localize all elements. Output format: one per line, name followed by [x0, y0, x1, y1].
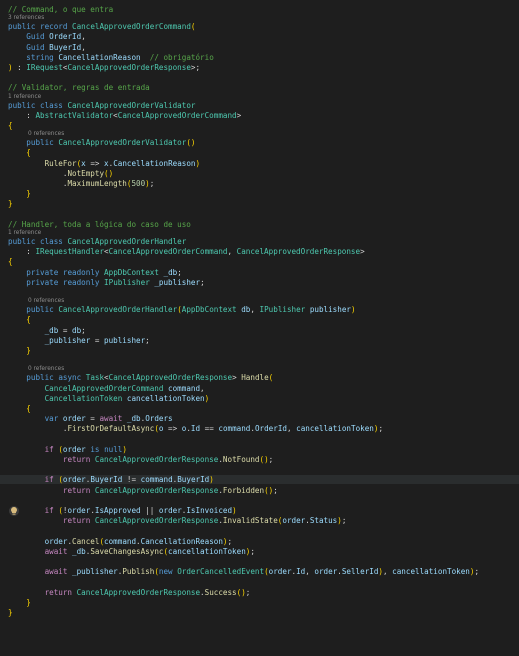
code-line: : IRequestHandler<CancelApprovedOrderCom…	[8, 247, 365, 257]
code-line: string CancellationReason // obrigatório	[26, 52, 214, 62]
code-line: return CancelApprovedOrderResponse.Forbi…	[62, 485, 278, 495]
code-line: return CancelApprovedOrderResponse.Succe…	[44, 587, 251, 597]
code-comment-line: // Handler, toda a lógica do caso de uso	[8, 219, 191, 229]
code-line: _db = db;	[44, 325, 86, 335]
code-line: if (order.BuyerId != command.BuyerId)	[0, 475, 519, 485]
codelens-references: 3 references	[8, 15, 45, 22]
code-line: {	[26, 404, 31, 413]
codelens-references: 1 reference	[8, 230, 42, 236]
code-line: .NotEmpty()	[8, 168, 114, 178]
code-line: var order = await _db.Orders	[44, 414, 173, 424]
code-line: ) : IRequest<CancelApprovedOrderResponse…	[8, 63, 201, 72]
code-line: CancellationToken cancellationToken)	[44, 393, 210, 403]
code-line: RuleFor(x => x.CancellationReason)	[44, 158, 201, 168]
codelens-references: 0 references	[28, 366, 65, 373]
code-line: private readonly AppDbContext _db;	[26, 267, 182, 277]
codelens-references: 1 reference	[8, 93, 42, 100]
code-line: public async Task<CancelApprovedOrderRes…	[26, 373, 274, 383]
code-line: .MaximumLength(500);	[8, 179, 155, 188]
code-line: public class CancelApprovedOrderHandler	[8, 237, 187, 246]
code-line: await _db.SaveChangesAsync(cancellationT…	[44, 546, 255, 556]
code-line: Guid OrderId,	[26, 32, 86, 42]
code-line: {	[26, 315, 31, 325]
code-line: public class CancelApprovedOrderValidato…	[8, 100, 196, 110]
code-line: public record CancelApprovedOrderCommand…	[8, 22, 196, 32]
code-line: private readonly IPublisher _publisher;	[26, 277, 205, 287]
codelens-references: 0 references	[28, 131, 65, 138]
code-comment-line: // Command, o que entra	[8, 5, 114, 14]
code-line: }	[26, 346, 31, 355]
code-line: }	[26, 597, 31, 607]
code-line: if (!order.IsApproved || order.IsInvoice…	[44, 506, 237, 515]
code-line: public CancelApprovedOrderValidator()	[26, 138, 196, 148]
code-line: CancelApprovedOrderCommand command,	[44, 383, 205, 393]
code-line: return CancelApprovedOrderResponse.Inval…	[62, 516, 347, 526]
code-editor[interactable]: // Command, o que entra 3 references publi…	[0, 0, 519, 656]
code-line: }	[26, 189, 31, 199]
code-line: {	[8, 257, 13, 267]
code-line: {	[8, 121, 13, 130]
codelens-references: 0 references	[28, 298, 65, 305]
code-line: }	[8, 608, 13, 617]
code-line: await _publisher.Publish(new OrderCancel…	[44, 567, 480, 577]
code-line: {	[26, 148, 31, 158]
code-comment-line: // Validator, regras de entrada	[8, 83, 150, 93]
code-line: Guid BuyerId,	[26, 42, 86, 52]
code-line: public CancelApprovedOrderHandler(AppDbC…	[26, 305, 356, 315]
code-line: if (order is null)	[44, 444, 127, 454]
code-line: _publisher = publisher;	[44, 335, 150, 345]
code-line: .FirstOrDefaultAsync(o => o.Id == comman…	[8, 424, 384, 434]
code-line: }	[8, 199, 13, 209]
code-line: order.Cancel(command.CancellationReason)…	[44, 536, 233, 546]
code-line: : AbstractValidator<CancelApprovedOrderC…	[8, 110, 242, 120]
code-line: return CancelApprovedOrderResponse.NotFo…	[62, 455, 274, 464]
